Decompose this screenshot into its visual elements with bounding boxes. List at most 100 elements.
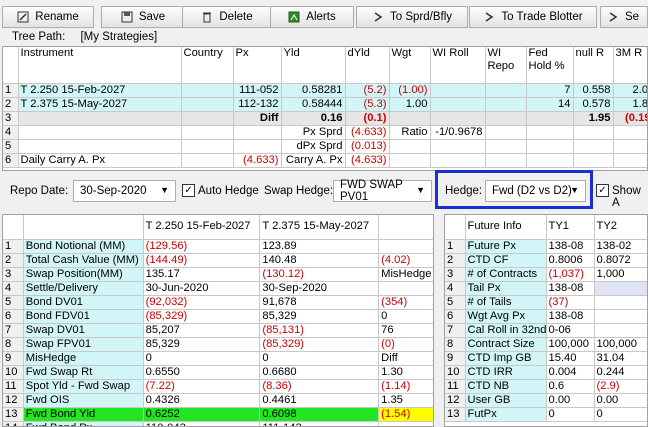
table-cell[interactable]	[18, 139, 182, 154]
table-cell[interactable]: 1.95	[573, 111, 614, 126]
table-row[interactable]: 13 Fwd Bond Yld 0.6252 0.6098 (1.54)	[3, 407, 433, 422]
table-cell[interactable]	[181, 125, 234, 140]
table-row[interactable]: 3 Diff0.16(0.1) 1.95(0.198)	[3, 111, 647, 126]
table-cell[interactable]: Px Sprd	[281, 125, 346, 140]
table-cell[interactable]: Settle/Delivery	[23, 281, 144, 296]
table-cell[interactable]: 0.4461	[259, 393, 380, 408]
table-cell[interactable]: CTD CF	[465, 253, 547, 268]
table-cell[interactable]: (4.02)	[378, 253, 433, 268]
table-row[interactable]: 1 Bond Notional (MM) (129.56) 123.89	[3, 239, 433, 254]
column-header[interactable]: T 2.375 15-May-2027	[259, 215, 380, 240]
table-cell[interactable]	[573, 139, 614, 154]
table-cell[interactable]: 111-052	[233, 83, 282, 98]
table-row[interactable]: 12 Fwd OIS 0.4326 0.4461 1.35	[3, 393, 433, 408]
table-cell[interactable]: 0	[378, 309, 433, 324]
table-cell[interactable]: 138-08	[546, 309, 595, 324]
table-cell[interactable]: (7.22)	[143, 379, 261, 394]
table-cell[interactable]: Swap DV01	[23, 323, 144, 338]
table-row[interactable]: 9 CTD Imp GB 15.40 31.04	[445, 351, 647, 366]
table-cell[interactable]: (1.14)	[378, 379, 433, 394]
table-cell[interactable]: 0.6550	[143, 365, 261, 380]
table-cell[interactable]: CTD NB	[465, 379, 547, 394]
future-info-grid[interactable]: Future Info TY1 TY2 1 Future Px 138-08 138-02…	[444, 214, 648, 427]
table-cell[interactable]: 0	[143, 351, 261, 366]
table-cell[interactable]: (5.2)	[345, 83, 390, 98]
table-cell[interactable]: T 2.250 15-Feb-2027	[18, 83, 182, 98]
table-cell[interactable]: (4.633)	[233, 153, 282, 168]
column-header[interactable]: Future Info	[465, 215, 547, 240]
table-cell[interactable]: (0)	[378, 337, 433, 352]
table-cell[interactable]: (2.9)	[594, 379, 647, 394]
table-row[interactable]: 2T 2.375 15-May-2027 112-132 0.58444 (5.3) 1…	[3, 97, 647, 112]
table-cell[interactable]: Future Px	[465, 239, 547, 254]
alerts-button[interactable]: Alerts	[270, 6, 354, 28]
table-cell[interactable]: 0-06	[546, 323, 595, 338]
table-cell[interactable]: Swap Position(MM)	[23, 267, 144, 282]
delete-button[interactable]: Delete	[182, 6, 272, 28]
table-row[interactable]: 10 CTD IRR 0.004 0.244	[445, 365, 647, 380]
save-button[interactable]: Save	[101, 6, 185, 28]
table-cell[interactable]: (37)	[546, 295, 595, 310]
table-cell[interactable]: 0.16	[281, 111, 346, 126]
table-cell[interactable]	[389, 153, 431, 168]
column-header[interactable]: null R	[573, 47, 614, 84]
table-cell[interactable]: Cal Roll in 32nd	[465, 323, 547, 338]
table-cell[interactable]: 138-02	[594, 239, 647, 254]
table-cell[interactable]: 1.00	[389, 97, 431, 112]
table-row[interactable]: 6 Daily Carry A. Px (4.633) Carry A. Px (4.6…	[3, 153, 647, 168]
table-cell[interactable]: 85,207	[143, 323, 261, 338]
table-row[interactable]: 2 Total Cash Value (MM) (144.49) 140.48 (4.0…	[3, 253, 433, 268]
table-cell[interactable]: (1.00)	[389, 83, 431, 98]
table-cell[interactable]	[573, 125, 614, 140]
table-cell[interactable]: 15.40	[546, 351, 595, 366]
settings-button[interactable]: Se	[600, 6, 648, 28]
table-cell[interactable]: 1.857	[613, 97, 647, 112]
table-cell[interactable]: 100,000	[546, 337, 595, 352]
table-cell[interactable]: # of Tails	[465, 295, 547, 310]
table-cell[interactable]: (4.633)	[345, 125, 390, 140]
table-row[interactable]: 5 dPx Sprd (0.013)	[3, 139, 647, 154]
table-row[interactable]: 1T 2.250 15-Feb-2027 111-052 0.58281 (5.2)(…	[3, 83, 647, 98]
table-cell[interactable]: 0	[594, 407, 647, 422]
table-cell[interactable]: 14	[526, 97, 574, 112]
repo-date-select[interactable]: 30-Sep-2020 ▼	[73, 180, 176, 202]
table-cell[interactable]: Carry A. Px	[281, 153, 346, 168]
table-cell[interactable]: 0.6098	[259, 407, 380, 422]
table-cell[interactable]	[233, 139, 282, 154]
table-cell[interactable]: 0.58444	[281, 97, 346, 112]
table-cell[interactable]: (85,329)	[143, 309, 261, 324]
column-header[interactable]: Wgt	[389, 47, 431, 84]
column-header[interactable]: 3M R	[613, 47, 647, 84]
table-row[interactable]: 9 MisHedge 0 0 Diff	[3, 351, 433, 366]
table-row[interactable]: 4 Tail Px 138-08	[445, 281, 647, 296]
column-header[interactable]: WI Roll	[430, 47, 486, 84]
table-cell[interactable]: 0.00	[546, 393, 595, 408]
table-cell[interactable]: 30-Jun-2020	[143, 281, 261, 296]
table-cell[interactable]: (8.36)	[259, 379, 380, 394]
table-cell[interactable]	[485, 139, 527, 154]
table-cell[interactable]	[526, 111, 574, 126]
table-cell[interactable]: 0.558	[573, 83, 614, 98]
table-cell[interactable]	[430, 139, 486, 154]
column-header[interactable]: T 2.250 15-Feb-2027	[143, 215, 261, 240]
table-row[interactable]: 3 # of Contracts (1,037) 1,000	[445, 267, 647, 282]
table-cell[interactable]: (92,032)	[143, 295, 261, 310]
table-row[interactable]: 7 Cal Roll in 32nd 0-06	[445, 323, 647, 338]
table-cell[interactable]	[485, 153, 527, 168]
column-header[interactable]: Fed Hold %	[526, 47, 574, 84]
table-cell[interactable]	[181, 97, 234, 112]
table-cell[interactable]	[594, 323, 647, 338]
table-cell[interactable]: (5.3)	[345, 97, 390, 112]
table-cell[interactable]	[485, 125, 527, 140]
table-cell[interactable]	[378, 281, 433, 296]
table-cell[interactable]: CTD Imp GB	[465, 351, 547, 366]
table-cell[interactable]: 0.6	[546, 379, 595, 394]
table-row[interactable]: 6 Wgt Avg Px 138-08	[445, 309, 647, 324]
table-row[interactable]: 6 Bond FDV01 (85,329) 85,329 0	[3, 309, 433, 324]
table-row[interactable]: 3 Swap Position(MM) 135.17 (130.12) MisHedge	[3, 267, 433, 282]
table-cell[interactable]	[233, 125, 282, 140]
table-row[interactable]: 10 Fwd Swap Rt 0.6550 0.6680 1.30	[3, 365, 433, 380]
table-cell[interactable]	[485, 111, 527, 126]
table-cell[interactable]: 0.8006	[546, 253, 595, 268]
table-cell[interactable]: Daily Carry A. Px	[18, 153, 182, 168]
